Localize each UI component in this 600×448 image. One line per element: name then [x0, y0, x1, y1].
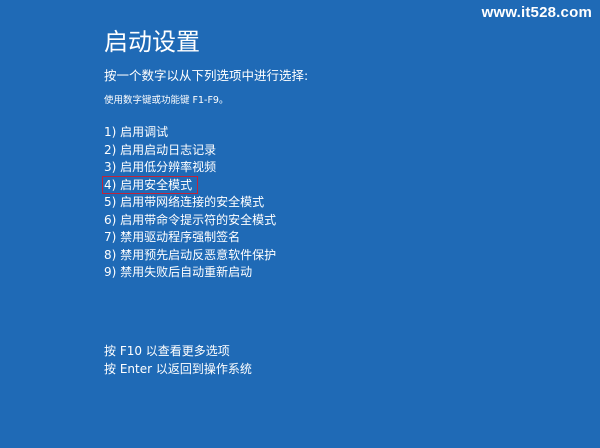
option-label: 5) 启用带网络连接的安全模式: [104, 195, 265, 209]
return-to-os-hint[interactable]: 按 Enter 以返回到操作系统: [104, 361, 252, 379]
option-label: 2) 启用启动日志记录: [104, 142, 217, 157]
option-enable-debugging[interactable]: 1) 启用调试: [104, 124, 276, 142]
option-disable-auto-restart[interactable]: 9) 禁用失败后自动重新启动: [104, 264, 276, 282]
option-enable-safe-mode[interactable]: 4) 启用安全模式: [101, 175, 276, 195]
option-label: 8) 禁用预先启动反恶意软件保护: [104, 247, 277, 262]
option-label: 7) 禁用驱动程序强制签名: [104, 230, 241, 244]
page-title: 启动设置: [104, 28, 200, 56]
option-label-highlighted: 4) 启用安全模式: [101, 175, 199, 194]
startup-options-list: 1) 启用调试 2) 启用启动日志记录 3) 启用低分辨率视频 4) 启用安全模…: [101, 124, 276, 282]
footer-instructions: 按 F10 以查看更多选项 按 Enter 以返回到操作系统: [104, 343, 252, 378]
option-label: 3) 启用低分辨率视频: [104, 160, 217, 174]
more-options-hint[interactable]: 按 F10 以查看更多选项: [104, 343, 252, 361]
key-hint-text: 使用数字键或功能键 F1-F9。: [104, 95, 229, 106]
watermark-text: www.it528.com: [481, 4, 592, 21]
option-disable-driver-signature-enforcement[interactable]: 7) 禁用驱动程序强制签名: [104, 229, 276, 247]
option-disable-early-launch-antimalware[interactable]: 8) 禁用预先启动反恶意软件保护: [104, 247, 276, 265]
option-safe-mode-with-command-prompt[interactable]: 6) 启用带命令提示符的安全模式: [104, 212, 276, 230]
instruction-text: 按一个数字以从下列选项中进行选择:: [104, 68, 309, 83]
option-safe-mode-with-networking[interactable]: 5) 启用带网络连接的安全模式: [104, 194, 276, 212]
option-enable-boot-logging[interactable]: 2) 启用启动日志记录: [104, 142, 276, 160]
option-label: 9) 禁用失败后自动重新启动: [104, 265, 253, 279]
option-label: 1) 启用调试: [104, 125, 169, 139]
option-label: 6) 启用带命令提示符的安全模式: [104, 212, 277, 227]
option-enable-low-resolution-video[interactable]: 3) 启用低分辨率视频: [104, 159, 276, 177]
